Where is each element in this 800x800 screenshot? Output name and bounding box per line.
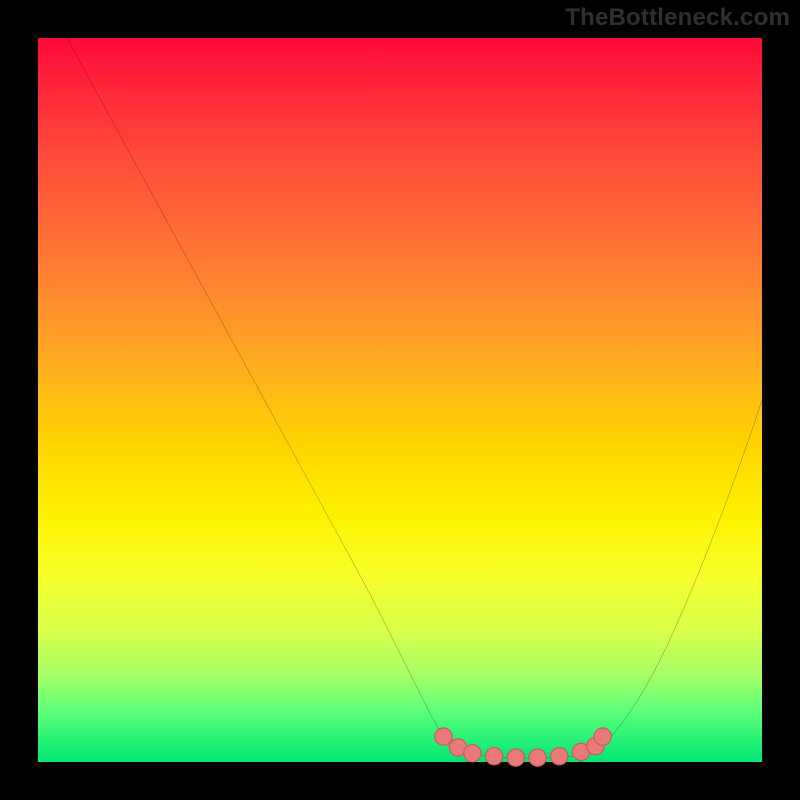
highlight-dot: [594, 728, 611, 745]
highlight-dot: [507, 749, 524, 766]
highlight-dot: [485, 748, 502, 765]
line-right-branch: [603, 400, 762, 748]
highlight-dot: [464, 745, 481, 762]
chart-frame: TheBottleneck.com: [0, 0, 800, 800]
highlight-dot: [529, 749, 546, 766]
watermark-text: TheBottleneck.com: [565, 4, 790, 32]
plot-area: [38, 38, 762, 762]
line-left-branch: [67, 38, 451, 748]
curve-layer: [38, 38, 762, 762]
highlight-dot: [551, 748, 568, 765]
highlight-markers: [435, 728, 612, 766]
highlight-dot: [435, 728, 452, 745]
